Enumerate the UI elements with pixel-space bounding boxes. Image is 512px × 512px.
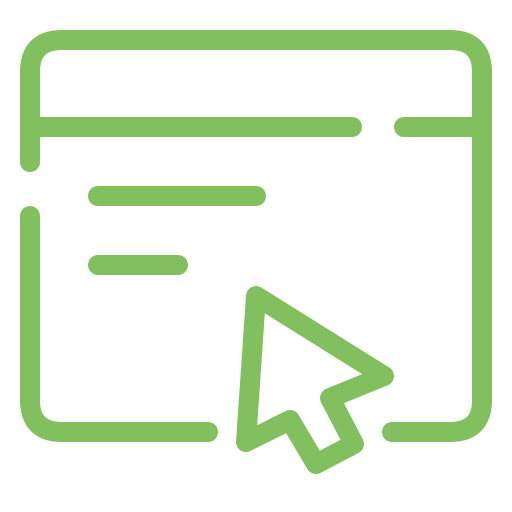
icon-strokes	[20, 30, 492, 474]
cursor-arrow-icon	[236, 286, 394, 474]
browser-window-click-graphic	[20, 30, 492, 474]
window-frame-bottom-left	[20, 206, 218, 442]
browser-window-click-icon	[0, 0, 512, 512]
